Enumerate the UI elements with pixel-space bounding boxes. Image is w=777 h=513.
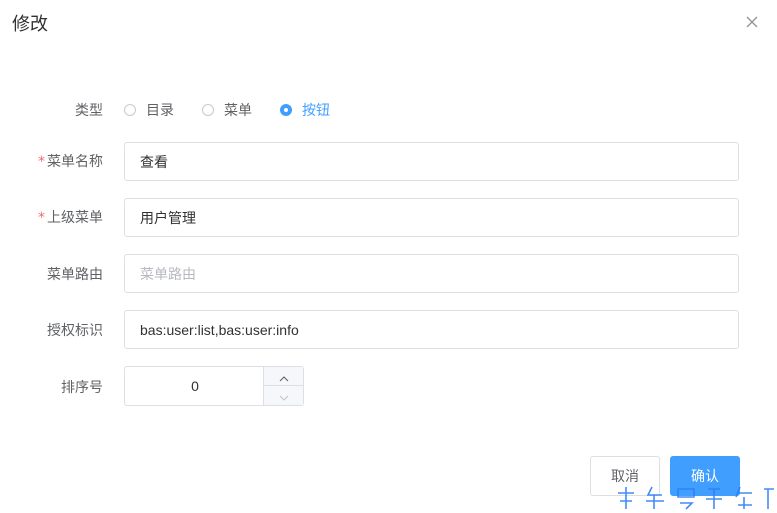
radio-button[interactable]: 按钮 [280,100,330,120]
chevron-down-icon [279,386,289,405]
radio-label-button: 按钮 [302,103,330,119]
required-mark: * [38,154,45,170]
menu-route-label-text: 菜单路由 [47,267,103,283]
radio-menu[interactable]: 菜单 [202,100,252,120]
radio-directory[interactable]: 目录 [124,100,174,120]
radio-circle [202,104,214,116]
radio-label-menu: 菜单 [224,103,252,119]
parent-menu-input[interactable] [124,198,739,237]
dialog-title: 修改 [12,14,48,35]
edit-dialog: 修改 类型 目录 菜单 按钮 *菜单名称 *上级菜单 [0,0,777,513]
menu-name-label-text: 菜单名称 [47,154,103,170]
permission-label: 授权标识 [0,320,103,340]
radio-label-directory: 目录 [146,103,174,119]
cancel-button[interactable]: 取消 [590,456,660,496]
sort-order-label-text: 排序号 [61,380,103,396]
type-radio-group: 目录 菜单 按钮 [124,99,358,121]
radio-circle [124,104,136,116]
sort-order-stepper: 0 [124,366,304,406]
stepper-controls [263,367,303,405]
confirm-button[interactable]: 确认 [670,456,740,496]
chevron-up-icon [279,367,289,386]
parent-menu-label-text: 上级菜单 [47,210,103,226]
parent-menu-label: * 上级菜单 [0,207,103,227]
close-icon [746,13,758,32]
permission-input[interactable] [124,310,739,349]
menu-name-label: * 菜单名称 [0,151,103,171]
menu-route-input[interactable] [124,254,739,293]
permission-label-text: 授权标识 [47,323,103,339]
decrease-button[interactable] [264,386,303,405]
type-label-text: 类型 [75,103,103,119]
increase-button[interactable] [264,367,303,386]
menu-route-label: 菜单路由 [0,264,103,284]
required-mark: * [38,210,45,226]
radio-circle-checked [280,104,292,116]
menu-name-input[interactable] [124,142,739,181]
close-button[interactable] [741,11,763,33]
sort-order-value[interactable]: 0 [125,367,265,405]
sort-order-label: 排序号 [0,377,103,397]
type-label: 类型 [0,100,103,120]
